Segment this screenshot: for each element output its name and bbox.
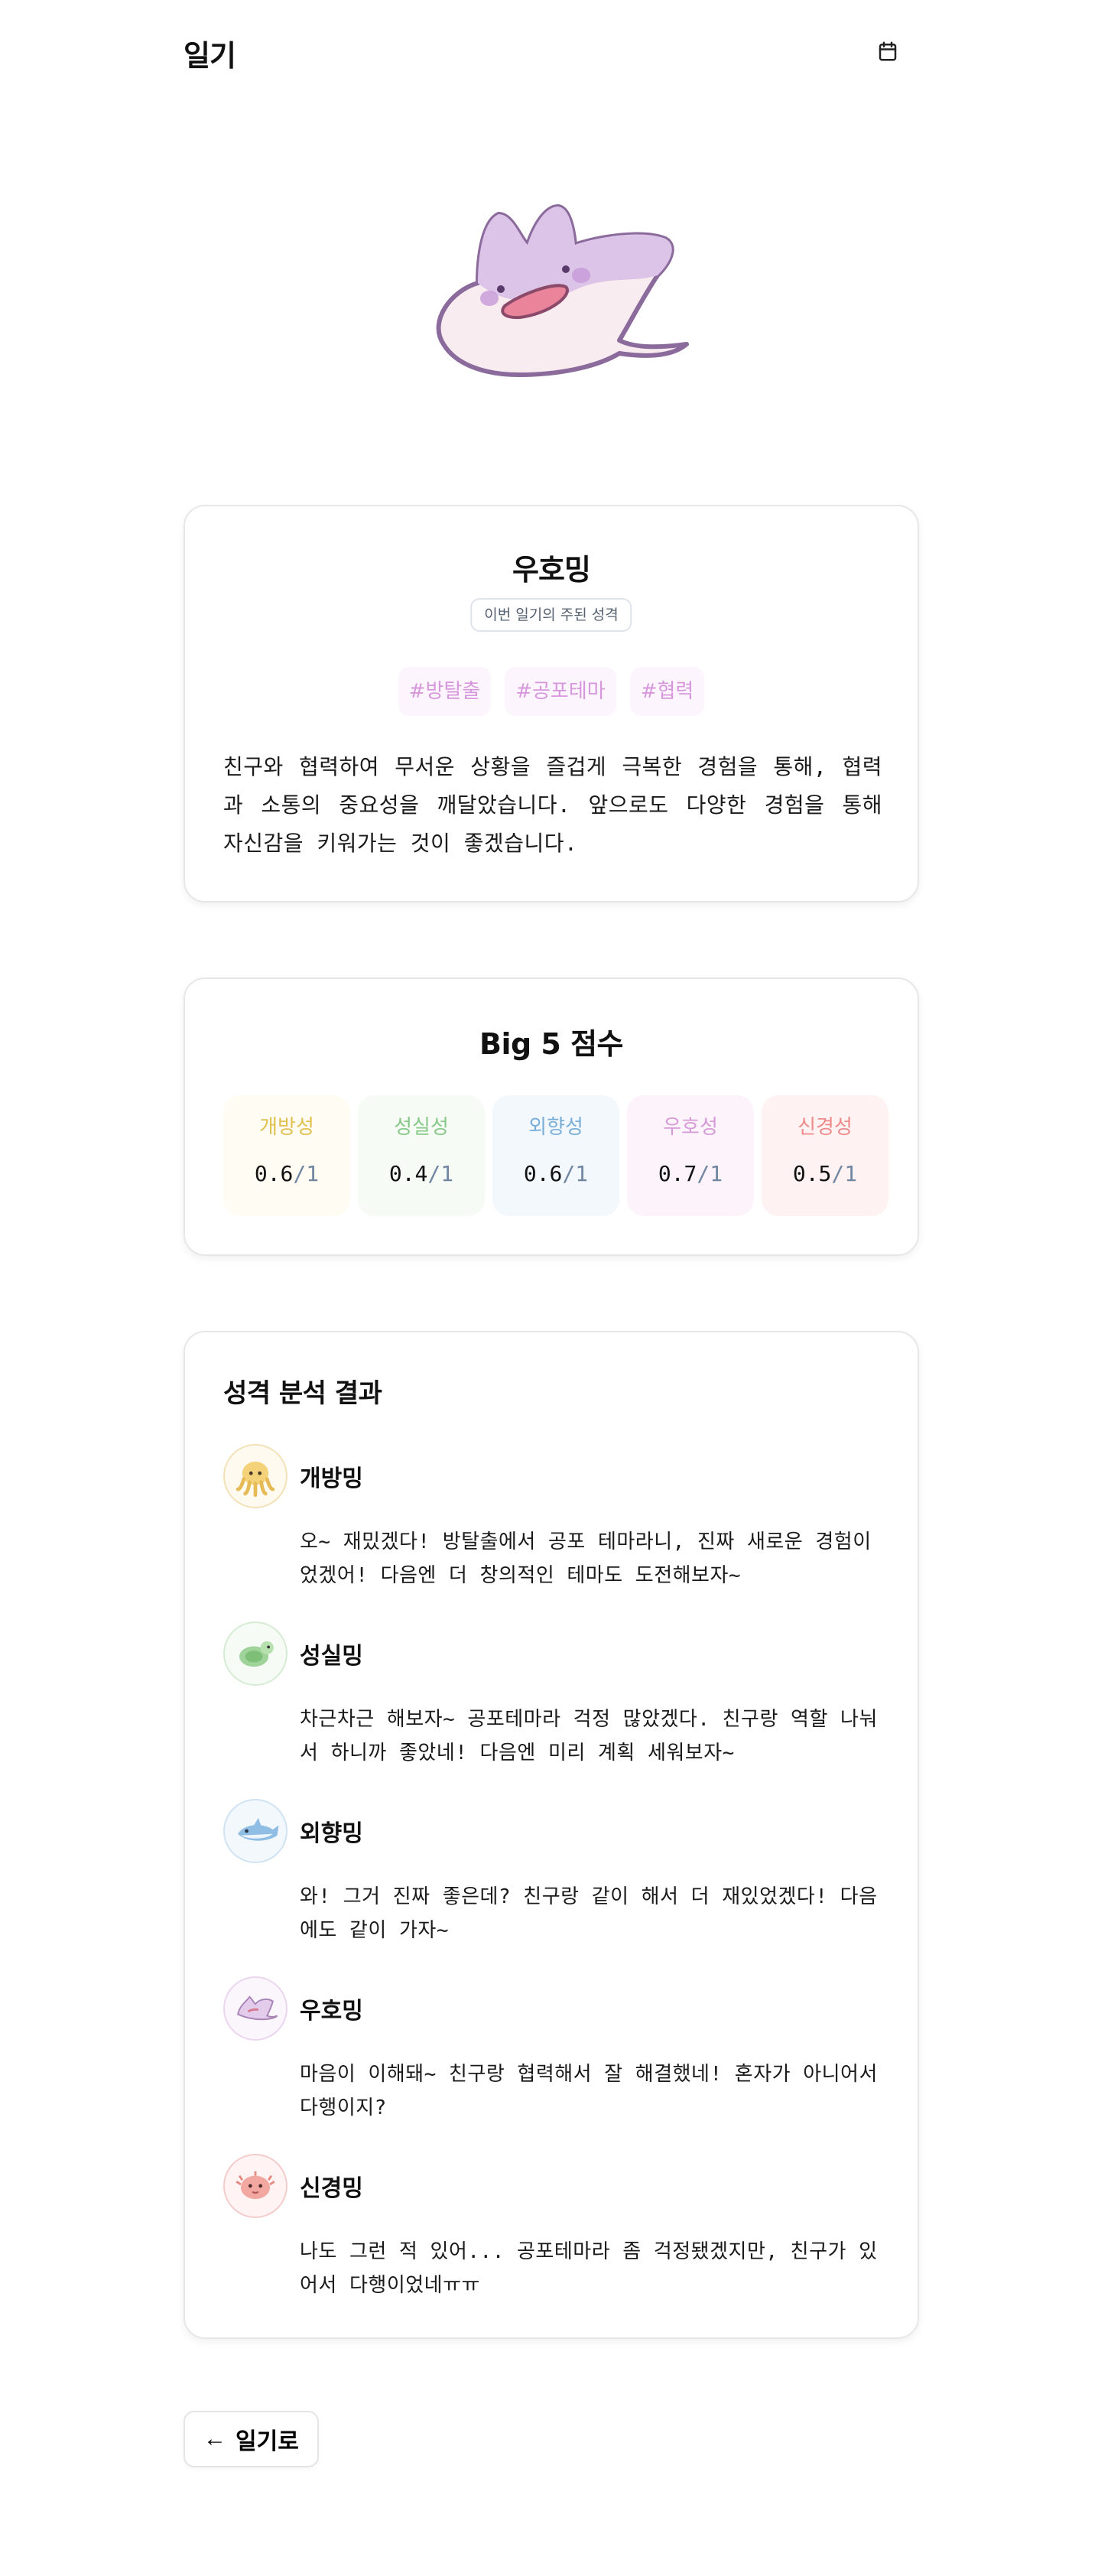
score-value: 0.6/1 <box>254 1161 320 1186</box>
score-value: 0.7/1 <box>658 1161 723 1186</box>
analysis-message: 차근차근 해보자~ 공포테마라 걱정 많았겠다. 친구랑 역할 나눠서 하니까 … <box>300 1708 878 1764</box>
character-name: 개방밍 <box>300 1465 363 1492</box>
score-conscientiousness: 성실성 0.4/1 <box>358 1095 485 1216</box>
analysis-message: 오~ 재밌겠다! 방탈출에서 공포 테마라니, 진짜 새로운 경험이었겠어! 다… <box>300 1530 872 1587</box>
analysis-item: 외향밍 와! 그거 진짜 좋은데? 친구랑 같이 해서 더 재있었겠다! 다음에… <box>223 1799 882 1952</box>
character-name: 성실밍 <box>300 1643 363 1670</box>
character-name: 우호밍 <box>512 553 591 587</box>
score-agreeableness: 우호성 0.7/1 <box>627 1095 754 1216</box>
back-button-label: 일기로 <box>236 2429 299 2454</box>
calendar-icon[interactable] <box>876 40 899 63</box>
pufferfish-icon <box>223 2154 287 2218</box>
character-summary-card: 우호밍 이번 일기의 주된 성격 #방탈출 #공포테마 #협력 친구와 협력하여… <box>184 505 919 903</box>
shark-icon <box>223 1799 287 1863</box>
big5-title: Big 5 점수 <box>479 1027 624 1061</box>
analysis-message: 나도 그런 적 있어... 공포테마라 좀 걱정됐겠지만, 친구가 있어서 다행… <box>300 2240 878 2297</box>
analysis-item: 신경밍 나도 그런 적 있어... 공포테마라 좀 걱정됐겠지만, 친구가 있어… <box>223 2154 882 2307</box>
big5-score-card: Big 5 점수 개방성 0.6/1 성실성 0.4/1 외향성 0.6/1 우… <box>184 977 919 1256</box>
stingray-icon <box>223 1976 287 2041</box>
analysis-item: 우호밍 마음이 이해돼~ 친구랑 협력해서 잘 해결했네! 혼자가 아니어서 다… <box>223 1976 882 2129</box>
tag-chip: #공포테마 <box>505 667 616 716</box>
octopus-icon <box>223 1444 287 1508</box>
character-name: 외향밍 <box>300 1820 363 1847</box>
personality-analysis-card: 성격 분석 결과 개방밍 오~ 재밌겠다! 방탈출에서 공포 테마라니, 진짜 … <box>184 1331 919 2339</box>
primary-trait-badge: 이번 일기의 주된 성격 <box>470 598 632 632</box>
tag-chip: #협력 <box>629 667 705 716</box>
score-extraversion: 외향성 0.6/1 <box>492 1095 619 1216</box>
score-value: 0.6/1 <box>523 1161 589 1186</box>
arrow-left-icon: ← <box>203 2426 226 2451</box>
turtle-icon <box>223 1621 287 1686</box>
score-neuroticism: 신경성 0.5/1 <box>762 1095 888 1216</box>
analysis-message: 와! 그거 진짜 좋은데? 친구랑 같이 해서 더 재있었겠다! 다음에도 같이… <box>300 1885 878 1942</box>
back-to-diary-button[interactable]: ← 일기로 <box>184 2411 319 2467</box>
score-value: 0.4/1 <box>388 1161 454 1186</box>
character-description: 친구와 협력하여 무서운 상황을 즐겁게 극복한 경험을 통해, 협력과 소통의… <box>223 754 882 856</box>
analysis-message: 마음이 이해돼~ 친구랑 협력해서 잘 해결했네! 혼자가 아니어서 다행이지? <box>300 2063 878 2119</box>
analysis-item: 성실밍 차근차근 해보자~ 공포테마라 걱정 많았겠다. 친구랑 역할 나눠서 … <box>223 1621 882 1774</box>
top-bar: 일기 <box>184 0 918 104</box>
character-name: 신경밍 <box>300 2175 363 2202</box>
score-label: 개방성 <box>259 1116 314 1139</box>
score-label: 성실성 <box>394 1116 449 1139</box>
score-label: 외향성 <box>528 1116 583 1139</box>
score-label: 신경성 <box>798 1116 853 1139</box>
tag-list: #방탈출 #공포테마 #협력 <box>185 667 918 716</box>
analysis-title: 성격 분석 결과 <box>223 1378 382 1409</box>
character-name: 우호밍 <box>300 1998 363 2025</box>
analysis-item: 개방밍 오~ 재밌겠다! 방탈출에서 공포 테마라니, 진짜 새로운 경험이었겠… <box>223 1444 882 1597</box>
score-openness: 개방성 0.6/1 <box>223 1095 350 1216</box>
page-title: 일기 <box>184 39 236 73</box>
tag-chip: #방탈출 <box>398 667 492 716</box>
score-label: 우호성 <box>663 1116 718 1139</box>
stingray-mascot-illustration <box>436 204 689 377</box>
score-value: 0.5/1 <box>792 1161 858 1186</box>
score-list: 개방성 0.6/1 성실성 0.4/1 외향성 0.6/1 우호성 0.7/1 … <box>223 1095 888 1216</box>
